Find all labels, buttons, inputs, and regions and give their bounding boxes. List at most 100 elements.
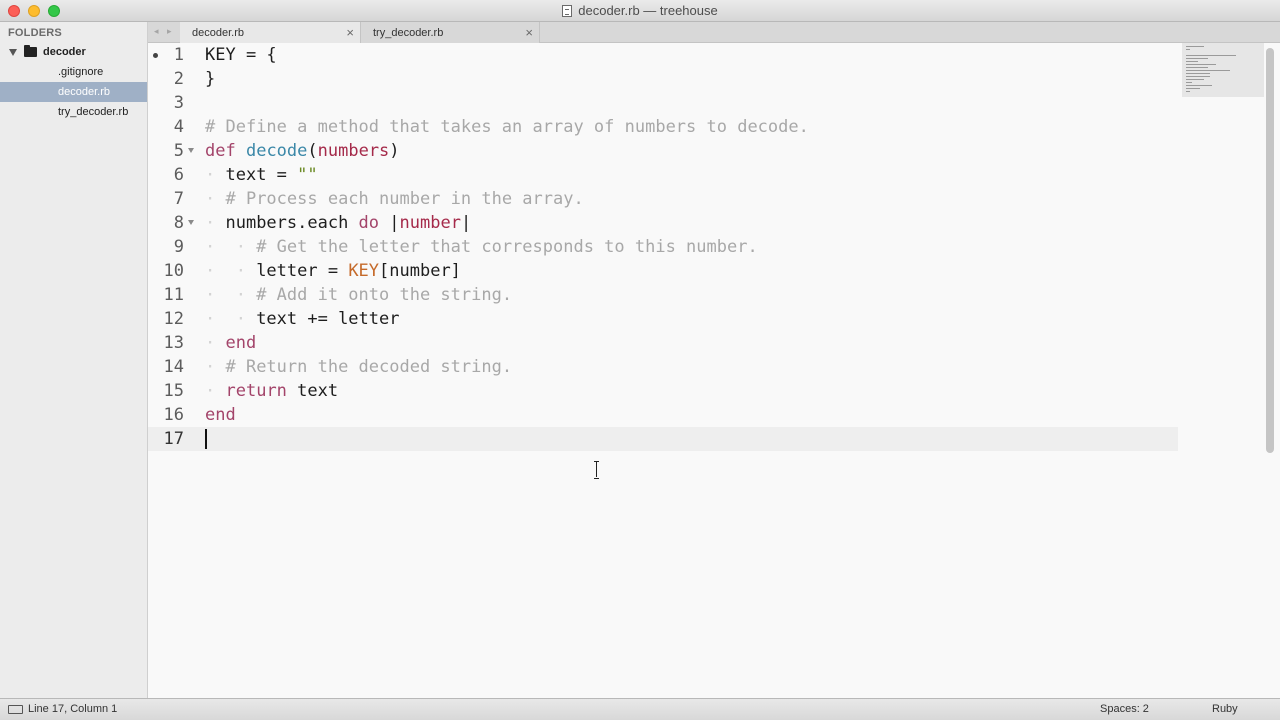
code-line[interactable]: 14 · # Return the decoded string. [148,355,1178,379]
status-bar: Line 17, Column 1 Spaces: 2 Ruby [0,698,1280,720]
minimap[interactable] [1182,43,1264,97]
code-token: def [205,141,236,161]
folder-label: decoder [43,46,86,58]
close-tab-icon[interactable]: × [346,25,354,40]
minimap-line [1186,76,1210,77]
code-token: "" [297,165,318,185]
file-label: .gitignore [58,66,104,78]
minimap-line [1186,64,1216,65]
code-line[interactable]: 10 · · letter = KEY[number] [148,259,1178,283]
tab-nav-arrows-icon[interactable]: ◂ ▸ [154,26,175,37]
minimap-line [1186,85,1212,86]
code-token: number [399,213,461,233]
title-bar: decoder.rb — treehouse [0,0,1280,22]
code-line[interactable]: 9 · · # Get the letter that corresponds t… [148,235,1178,259]
line-number: 2 [173,69,184,89]
line-number: 9 [173,237,184,257]
code-text: · return text [205,379,338,403]
code-line[interactable]: 6 · text = "" [148,163,1178,187]
close-tab-icon[interactable]: × [525,25,533,40]
minimize-window-button[interactable] [28,5,40,17]
minimap-line [1186,70,1230,71]
code-line[interactable]: 2} [148,67,1178,91]
line-number: 7 [173,189,184,209]
tab-decoder-rb[interactable]: decoder.rb × [180,22,360,43]
minimap-line [1186,61,1198,62]
file-label: decoder.rb [58,86,110,98]
close-window-button[interactable] [8,5,20,17]
code-token: end [225,333,257,353]
disclosure-triangle-icon[interactable] [9,49,17,56]
whitespace-marker: · [205,189,216,209]
code-line[interactable]: 1 KEY = { [148,43,1178,67]
code-line[interactable]: 4 # Define a method that takes an array o… [148,115,1178,139]
code-text: KEY = { [205,43,277,67]
window-title: decoder.rb — treehouse [578,3,718,18]
line-number: 3 [173,93,184,113]
code-token: } [205,69,216,89]
panel-toggle-icon[interactable] [8,705,23,714]
code-text: · end [205,331,256,355]
line-number: 6 [173,165,184,185]
code-text: · · # Get the letter that corresponds to… [205,235,758,259]
code-line[interactable]: 15 · return text [148,379,1178,403]
minimap-line [1186,67,1208,68]
minimap-line [1186,79,1204,80]
file-label: try_decoder.rb [58,106,129,118]
indentation-setting[interactable]: Spaces: 2 [1100,703,1149,715]
code-line[interactable]: 16 end [148,403,1178,427]
cursor-position: Line 17, Column 1 [28,703,118,715]
minimap-line [1186,88,1200,89]
code-token: decode [245,141,308,161]
zoom-window-button[interactable] [48,5,60,17]
code-line[interactable]: 5 def decode(numbers) [148,139,1178,163]
code-text: # Define a method that takes an array of… [205,115,809,139]
minimap-line [1186,46,1204,47]
sidebar-item-try-decoder-rb[interactable]: try_decoder.rb [0,102,147,122]
code-comment: # Add it onto the string. [245,285,513,305]
fold-arrow-icon[interactable] [188,220,194,225]
line-number: 8 [173,213,184,233]
line-number: 12 [163,309,184,329]
fold-arrow-icon[interactable] [188,148,194,153]
code-token: KEY = { [205,45,277,65]
line-number: 17 [163,429,184,449]
code-token: do [358,213,380,233]
code-line[interactable]: 17 [148,427,1178,451]
line-number: 13 [163,333,184,353]
code-editor[interactable]: 1 KEY = {2} 3 4 # Define a method that takes… [148,43,1280,698]
code-line[interactable]: 12 · · text += letter [148,307,1178,331]
whitespace-marker: · · [205,237,246,257]
sidebar-folder-decoder[interactable]: decoder [0,42,147,62]
whitespace-marker: · [205,333,216,353]
folder-icon [24,45,37,57]
line-number: 15 [163,381,184,401]
document-icon [562,4,573,17]
code-token: text += letter [245,309,400,329]
tab-try-decoder-rb[interactable]: try_decoder.rb × [360,22,540,43]
whitespace-marker: · · [205,261,246,281]
code-line[interactable]: 13 · end [148,331,1178,355]
vertical-scrollbar[interactable] [1266,48,1274,453]
code-token: ) [389,141,400,161]
code-token: KEY [348,261,380,281]
code-token: text = [215,165,298,185]
code-text: · text = "" [205,163,318,187]
line-number: 10 [163,261,184,281]
syntax-setting[interactable]: Ruby [1212,703,1238,715]
code-line[interactable]: 8 · numbers.each do |number| [148,211,1178,235]
code-line[interactable]: 3 [148,91,1178,115]
line-number: 5 [173,141,184,161]
sidebar-item-gitignore[interactable]: .gitignore [0,62,147,82]
minimap-line [1186,49,1190,50]
sidebar-item-decoder-rb[interactable]: decoder.rb [0,82,147,102]
code-line[interactable]: 11 · · # Add it onto the string. [148,283,1178,307]
code-text: · # Process each number in the array. [205,187,584,211]
whitespace-marker: · · [205,309,246,329]
code-token: | [379,213,400,233]
code-line[interactable]: 7 · # Process each number in the array. [148,187,1178,211]
line-number: 4 [173,117,184,137]
minimap-line [1186,55,1236,56]
